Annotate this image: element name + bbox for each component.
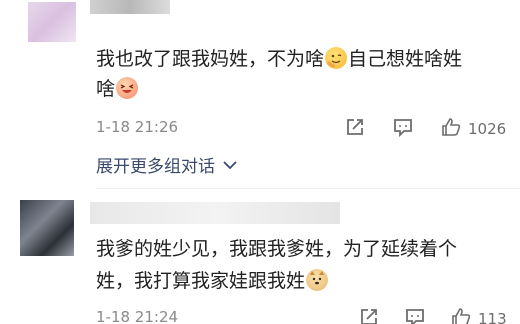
comment-text-line1: 我爹的姓少见，我跟我爹姓，为了延续着个 [96, 238, 458, 260]
comment-text-line2-label: 姓，我打算我家娃跟我姓 [96, 270, 306, 292]
thumbs-up-icon [440, 116, 462, 142]
username-mosaic [90, 202, 340, 224]
chevron-down-icon [223, 155, 237, 175]
comment-2: 我爹的姓少见，我跟我爹姓，为了延续着个 姓，我打算我家娃跟我姓 1-18 21:… [0, 196, 520, 324]
comment-text-line2: 啥 [96, 74, 139, 104]
smirk-emoji [325, 47, 348, 69]
comment-1: 我也改了跟我妈姓，不为啥 自己想姓啥姓 啥 1-18 21:26 1026 展开更… [0, 0, 520, 186]
avatar[interactable] [20, 200, 74, 256]
laughing-emoji [116, 77, 139, 99]
like-count: 113 [478, 310, 507, 324]
expand-label: 展开更多组对话 [96, 157, 215, 177]
comment-divider [96, 188, 520, 189]
comment-icon [404, 306, 426, 324]
comment-button[interactable] [404, 306, 426, 324]
like-button[interactable]: 113 [450, 306, 507, 324]
comment-time: 1-18 21:24 [96, 308, 179, 324]
share-button[interactable] [344, 116, 366, 142]
comment-button[interactable] [392, 116, 414, 142]
comment-time: 1-18 21:26 [96, 118, 179, 136]
comment-text-line2: 姓，我打算我家娃跟我姓 [96, 266, 329, 296]
avatar[interactable] [28, 2, 76, 42]
comment-text: 我也改了跟我妈姓，不为啥 自己想姓啥姓 [96, 44, 462, 74]
username-mosaic [90, 0, 170, 14]
comment-text-line2-label: 啥 [96, 78, 116, 100]
like-count: 1026 [468, 120, 507, 138]
share-icon [344, 116, 366, 142]
like-button[interactable]: 1026 [440, 116, 506, 142]
comment-text-line1-a: 我也改了跟我妈姓，不为啥 [96, 48, 325, 70]
comment-icon [392, 116, 414, 142]
expand-conversation-link[interactable]: 展开更多组对话 [96, 152, 237, 177]
share-icon [358, 306, 380, 324]
comment-text-line1-b: 自己想姓啥姓 [348, 48, 463, 70]
doge-emoji [306, 269, 329, 291]
thumbs-up-icon [450, 306, 472, 324]
share-button[interactable] [358, 306, 380, 324]
